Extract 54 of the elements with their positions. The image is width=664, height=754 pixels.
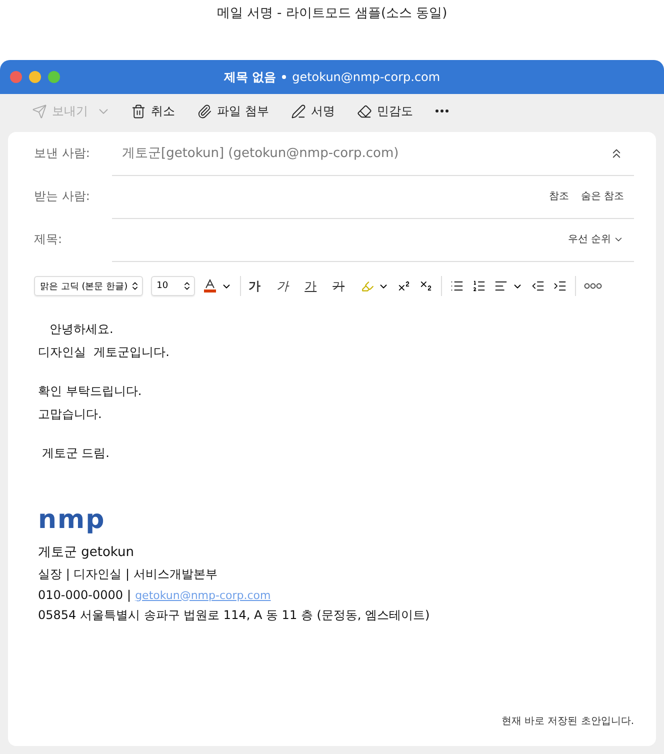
body-text-line: 게토군 드림.: [40, 445, 110, 462]
stepper-icon: [130, 281, 140, 291]
window-title: 제목 없음: [224, 68, 276, 86]
from-field[interactable]: 게토군[getokun] (getokun@nmp-corp.com): [122, 144, 399, 162]
sensitivity-button[interactable]: 민감도: [354, 100, 415, 122]
page-caption: 메일 서명 - 라이트모드 샘플(소스 동일): [216, 5, 448, 23]
eraser-icon: [356, 104, 372, 118]
highlight-button[interactable]: [360, 280, 389, 292]
signature-position: 실장 | 디자인실 | 서비스개발본부: [38, 566, 218, 583]
priority-dropdown[interactable]: 우선 순위: [568, 232, 624, 246]
pen-icon: [290, 104, 306, 118]
signature-name: 게토군 getokun: [38, 544, 136, 561]
superscript-icon[interactable]: [396, 279, 411, 293]
outdent-icon[interactable]: [530, 279, 545, 293]
account-address: getokun@nmp-corp.com: [292, 70, 440, 84]
send-icon: [32, 104, 47, 118]
indent-icon[interactable]: [552, 279, 567, 293]
underline-button[interactable]: 가: [304, 278, 317, 294]
italic-button[interactable]: 가: [276, 278, 289, 294]
numbered-list-icon[interactable]: [472, 279, 486, 293]
align-left-icon: [494, 279, 508, 293]
bold-button[interactable]: 가: [248, 278, 261, 294]
from-label: 보낸 사람:: [34, 145, 91, 162]
body-text-line: 확인 부탁드립니다.: [38, 383, 143, 400]
font-size-dropdown[interactable]: 10: [150, 276, 195, 296]
to-label: 받는 사람:: [34, 188, 91, 205]
more-button[interactable]: [432, 107, 451, 115]
body-text-line: 고맙습니다.: [38, 406, 103, 423]
cc-button[interactable]: 참조: [548, 189, 569, 203]
more-options-icon[interactable]: [584, 283, 602, 289]
align-button[interactable]: [494, 279, 523, 293]
bcc-button[interactable]: 숨은 참조: [580, 189, 624, 203]
subject-label: 제목:: [34, 231, 64, 248]
attach-file-button[interactable]: 파일 첨부: [195, 100, 271, 122]
discard-button[interactable]: 취소: [129, 100, 177, 122]
signature-button[interactable]: 서명: [288, 100, 337, 122]
font-color-icon: [202, 279, 217, 293]
subscript-icon[interactable]: [418, 279, 433, 293]
company-logo: nmp: [38, 504, 106, 537]
body-text-line: 디자인실 게토군입니다.: [38, 344, 170, 361]
signature-phone: 010-000-0000: [38, 588, 124, 602]
more-icon: [434, 109, 449, 113]
strikethrough-button[interactable]: 가: [332, 278, 345, 294]
signature-address: 05854 서울특별시 송파구 법원로 114, A 동 11 층 (문정동, 엠스테이트): [38, 607, 431, 624]
draft-status: 현재 바로 저장된 초안입니다.: [501, 715, 634, 728]
highlighter-icon: [360, 280, 374, 292]
body-text-line: 안녕하세요.: [48, 321, 114, 338]
minimize-button[interactable]: [29, 71, 41, 83]
stepper-icon: [182, 281, 192, 291]
font-dropdown[interactable]: 맑은 고딕 (본문 한글): [34, 276, 143, 296]
font-color-button[interactable]: [202, 279, 232, 293]
trash-icon: [131, 104, 146, 118]
separator-text: |: [127, 588, 132, 602]
paperclip-icon: [197, 104, 212, 118]
